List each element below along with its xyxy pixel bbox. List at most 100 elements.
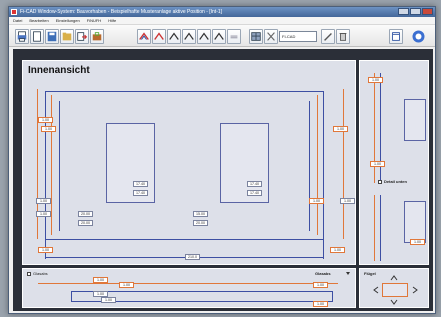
section-profile-top[interactable] (404, 99, 426, 141)
value-dim1-a[interactable]: 20.00 (78, 211, 93, 217)
shape-button-7[interactable] (227, 29, 241, 44)
dimension-line (374, 195, 375, 261)
printer-icon (17, 31, 27, 42)
menu-bearbeiten[interactable]: Bearbeiten (29, 17, 48, 24)
shape-button-6[interactable] (212, 29, 226, 44)
open-button[interactable] (60, 29, 74, 44)
value-window2-a[interactable]: 17.40 (247, 181, 262, 187)
checkbox-icon[interactable] (27, 271, 31, 276)
title-bar[interactable]: Fi-CAD Window-System: Bauvorhaben - Beis… (9, 7, 435, 17)
shape-button-1[interactable] (137, 29, 151, 44)
menu-finufh[interactable]: FiNUFH (87, 17, 101, 24)
toolbox-icon (92, 32, 102, 41)
pencil-icon (324, 33, 332, 41)
menu-bar: Datei Bearbeiten Einstellungen FiNUFH Hi… (9, 17, 435, 25)
minimize-button[interactable] (398, 8, 409, 15)
glass-value-e[interactable]: 1.00 (313, 282, 328, 288)
cut-button[interactable] (264, 29, 278, 44)
value-dim2-b[interactable]: 20.00 (193, 220, 208, 226)
frame-line (45, 91, 324, 92)
shape-button-3[interactable] (167, 29, 181, 44)
glass-left-label: Glasabs (33, 271, 48, 276)
value-dim1-b[interactable]: 20.00 (78, 220, 93, 226)
arrow-left-icon[interactable] (373, 286, 379, 294)
chevron-up-icon (199, 32, 209, 40)
value-left-top[interactable]: 1.00 (38, 117, 53, 123)
sash-label: Flügel (364, 271, 376, 276)
glass-value-a[interactable]: 1.00 (93, 277, 108, 283)
value-right-base[interactable]: 1.00 (330, 247, 345, 253)
interior-view-panel: Innenansicht 1.00 1.00 1.00 1.00 1.00 1.… (22, 60, 356, 297)
shape-button-4[interactable] (182, 29, 196, 44)
glass-value-b[interactable]: 1.00 (119, 282, 134, 288)
side-value-top[interactable]: 1.00 (368, 77, 383, 83)
detail-below-label: Detail unten (384, 179, 407, 184)
side-value-mid[interactable]: 1.00 (370, 161, 385, 167)
checkbox-icon[interactable] (378, 179, 382, 184)
scissors-icon (267, 32, 275, 41)
app-window: Fi-CAD Window-System: Bauvorhaben - Beis… (8, 6, 436, 314)
value-window2-b[interactable]: 17.40 (247, 190, 262, 196)
value-right-mid[interactable]: 1.00 (309, 198, 324, 204)
value-left-middle[interactable]: 1.00 (36, 198, 51, 204)
dropdown-arrow-icon[interactable] (346, 272, 350, 275)
layout-button[interactable] (249, 29, 263, 44)
roof-icon (139, 32, 149, 40)
panel-title: Innenansicht (28, 65, 90, 76)
profile-field[interactable]: FI-CAD (279, 31, 317, 42)
dimension-line (317, 95, 318, 235)
menu-datei[interactable]: Datei (13, 17, 22, 24)
arrow-right-icon[interactable] (412, 286, 418, 294)
shape-button-5[interactable] (197, 29, 211, 44)
document-icon (33, 31, 41, 42)
value-right-top[interactable]: 1.00 (333, 126, 348, 132)
value-right-outer[interactable]: 1.00 (340, 198, 355, 204)
shape-button-2[interactable] (152, 29, 166, 44)
edit-button[interactable] (321, 29, 335, 44)
frame-line (71, 291, 333, 292)
arch-icon (154, 32, 164, 40)
frame-line (380, 195, 381, 261)
close-button[interactable] (422, 8, 433, 15)
print-button[interactable] (15, 29, 29, 44)
frame-line (309, 101, 310, 231)
value-window1-b[interactable]: 17.40 (133, 190, 148, 196)
menu-hilfe[interactable]: Hilfe (108, 17, 116, 24)
glass-value-f[interactable]: 1.00 (313, 301, 328, 307)
sash-panel: Flügel (359, 268, 429, 308)
value-window1-a[interactable]: 17.40 (133, 181, 148, 187)
chevron-up-icon (184, 32, 194, 40)
maximize-button[interactable] (410, 8, 421, 15)
sash-preview[interactable] (382, 283, 408, 297)
frame-line (71, 291, 72, 302)
value-left-base[interactable]: 1.00 (38, 247, 53, 253)
value-bottom-width[interactable]: 210.0 (185, 254, 200, 260)
arrow-up-icon[interactable] (390, 275, 398, 281)
section-profile-bottom[interactable] (404, 201, 426, 243)
delete-button[interactable] (336, 29, 350, 44)
glass-left-checkbox[interactable]: Glasabs (27, 271, 48, 276)
chevron-up-icon (214, 32, 224, 40)
save-button[interactable] (45, 29, 59, 44)
window-controls (398, 8, 433, 15)
dimension-line (343, 89, 344, 239)
frame-line (59, 101, 60, 231)
arrow-down-icon[interactable] (390, 299, 398, 305)
window-button[interactable] (389, 29, 403, 44)
side-value-bottom[interactable]: 1.00 (410, 239, 425, 245)
trash-icon (339, 33, 347, 41)
help-button[interactable] (411, 29, 426, 44)
chevron-up-icon (169, 32, 179, 40)
menu-einstellungen[interactable]: Einstellungen (56, 17, 80, 24)
tool-button[interactable] (90, 29, 104, 44)
detail-below-checkbox[interactable]: Detail unten (378, 179, 407, 184)
value-left-upper[interactable]: 1.00 (41, 126, 56, 132)
export-button[interactable] (75, 29, 89, 44)
new-button[interactable] (30, 29, 44, 44)
export-icon (77, 32, 88, 41)
value-dim2-a[interactable]: 15.00 (193, 211, 208, 217)
value-left-mid[interactable]: 1.00 (36, 211, 51, 217)
glass-value-d[interactable]: 1.00 (101, 297, 116, 303)
frame-line (45, 239, 324, 240)
frame-line (332, 291, 333, 302)
